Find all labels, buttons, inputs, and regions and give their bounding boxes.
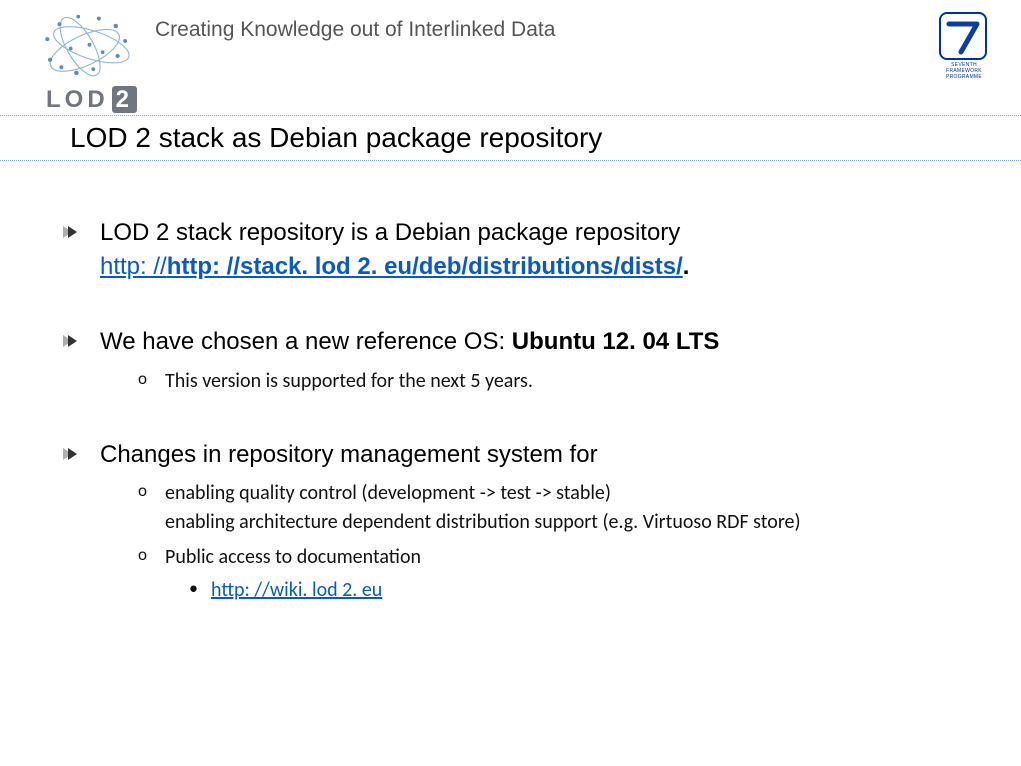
bullet-2-sublist: This version is supported for the next 5… [100,367,981,396]
wiki-link[interactable]: http: //wiki. lod 2. eu [211,578,382,602]
lod2-text-part-a: LOD [46,86,109,113]
bullet-3: Changes in repository management system … [50,438,981,605]
bullet-1-period: . [683,253,690,280]
bullet-3-sublist: enabling quality control (development ->… [100,479,981,604]
bullet-2-sub-1: This version is supported for the next 5… [100,367,981,396]
bullet-3-sub-1-line1: enabling quality control (development ->… [165,481,611,505]
knot-graphic [32,11,147,86]
bullet-3-sub-2: Public access to documentation http: //w… [100,543,981,604]
bullet-2-bold: Ubuntu 12. 04 LTS [512,328,720,355]
lod2-text-logo: LOD2 [46,86,137,114]
slide-header: Creating Knowledge out of Interlinked Da… [0,0,1021,115]
fp7-logo: SEVENTH FRAMEWORK PROGRAMME [939,12,989,62]
repo-link-rest: http: //stack. lod 2. eu/deb/distributio… [167,253,683,280]
bullet-3-sub-2-text: Public access to documentation [165,545,421,569]
main-bullet-list: LOD 2 stack repository is a Debian packa… [50,216,981,604]
slide-title: LOD 2 stack as Debian package repository [70,122,1021,154]
lod2-logo: LOD2 [12,6,192,111]
fp7-seven-icon [939,12,987,60]
repo-link[interactable]: http: //http: //stack. lod 2. eu/deb/dis… [100,253,683,280]
bullet-2-text: We have chosen a new reference OS: [100,328,512,355]
repo-link-prefix: http: // [100,253,167,280]
bullet-3-sub-1: enabling quality control (development ->… [100,479,981,537]
bullet-3-sub2-item: http: //wiki. lod 2. eu [165,576,981,604]
lod2-text-part-b: 2 [112,86,137,113]
header-tagline: Creating Knowledge out of Interlinked Da… [155,18,555,42]
fp7-sub-label: SEVENTH FRAMEWORK PROGRAMME [939,62,989,80]
bullet-3-sub-1-line2: enabling architecture dependent distribu… [165,510,801,534]
slide-content: LOD 2 stack repository is a Debian packa… [0,161,1021,604]
slide-title-bar: LOD 2 stack as Debian package repository [0,115,1021,161]
bullet-1-text: LOD 2 stack repository is a Debian packa… [100,219,680,246]
bullet-1: LOD 2 stack repository is a Debian packa… [50,216,981,283]
bullet-3-text: Changes in repository management system … [100,441,598,468]
bullet-3-sub2-list: http: //wiki. lod 2. eu [165,576,981,604]
bullet-2: We have chosen a new reference OS: Ubunt… [50,325,981,396]
